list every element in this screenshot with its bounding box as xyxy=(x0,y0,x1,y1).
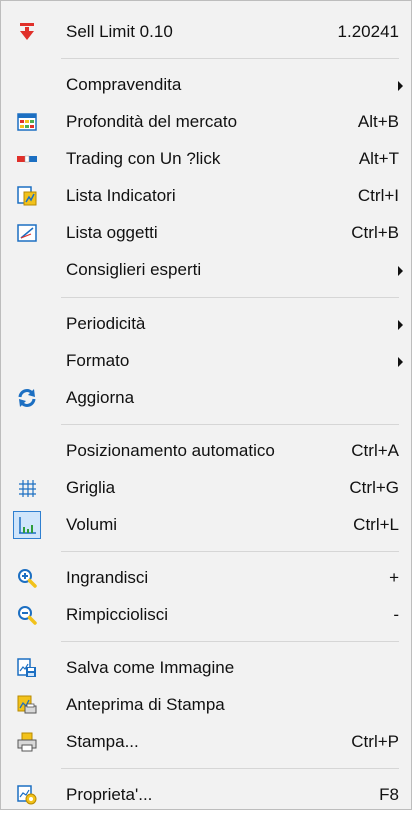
menu-item-shortcut: Ctrl+I xyxy=(357,186,399,205)
menu-item-label: Consiglieri esperti xyxy=(66,260,202,279)
menu-item-shortcut: + xyxy=(389,568,399,587)
menu-item-format[interactable]: Formato xyxy=(1,343,413,379)
menu-item-label: Anteprima di Stampa xyxy=(66,695,225,714)
grid-icon xyxy=(19,480,36,497)
indicators-list-icon xyxy=(17,186,37,206)
menu-item-label: Formato xyxy=(66,351,130,370)
menu-item-zoom-out[interactable]: Rimpicciolisci - xyxy=(1,597,413,633)
menu-item-label: Compravendita xyxy=(66,75,182,94)
menu-item-label: Lista Indicatori xyxy=(66,186,176,205)
menu-item-shortcut: Ctrl+A xyxy=(351,441,399,460)
menu-item-shortcut: Ctrl+L xyxy=(353,515,399,534)
menu-item-label: Periodicità xyxy=(66,314,146,333)
print-preview-icon xyxy=(17,695,37,714)
menu-item-shortcut: Alt+B xyxy=(357,112,399,131)
menu-item-shortcut: Ctrl+P xyxy=(351,732,399,751)
menu-item-volumes[interactable]: Volumi Ctrl+L xyxy=(1,507,413,543)
one-click-trading-icon xyxy=(17,155,37,163)
menu-item-expert-advisors[interactable]: Consiglieri esperti xyxy=(1,252,413,288)
menu-item-label: Aggiorna xyxy=(66,388,135,407)
menu-item-label: Stampa... xyxy=(66,732,139,751)
menu-item-shortcut: F8 xyxy=(379,785,399,804)
menu-item-label: Rimpicciolisci xyxy=(66,605,169,624)
submenu-arrow-icon xyxy=(398,320,403,330)
menu-item-shortcut: 1.20241 xyxy=(337,22,399,41)
menu-item-save-as-image[interactable]: Salva come Immagine xyxy=(1,650,413,686)
menu-item-print-preview[interactable]: Anteprima di Stampa xyxy=(1,687,413,723)
menu-item-label: Griglia xyxy=(66,478,116,497)
menu-separator xyxy=(61,58,399,59)
menu-item-one-click-trading[interactable]: Trading con Un ?lick Alt+T xyxy=(1,141,413,177)
menu-item-periodicity[interactable]: Periodicità xyxy=(1,306,413,342)
zoom-in-icon xyxy=(18,569,37,588)
menu-item-label: Sell Limit 0.10 xyxy=(66,22,173,41)
submenu-arrow-icon xyxy=(398,357,403,367)
menu-item-label: Ingrandisci xyxy=(66,568,149,587)
save-image-icon xyxy=(17,658,36,677)
menu-separator xyxy=(61,641,399,642)
menu-item-label: Lista oggetti xyxy=(66,223,158,242)
menu-item-label: Profondità del mercato xyxy=(66,112,238,131)
menu-item-label: Salva come Immagine xyxy=(66,658,235,677)
menu-item-indicators-list[interactable]: Lista Indicatori Ctrl+I xyxy=(1,178,413,214)
zoom-out-icon xyxy=(18,606,37,625)
menu-separator xyxy=(61,424,399,425)
market-depth-icon xyxy=(17,113,37,131)
chart-context-menu: Sell Limit 0.10 1.20241 Compravendita Pr… xyxy=(0,0,412,810)
properties-icon xyxy=(17,785,37,805)
menu-item-label: Trading con Un ?lick xyxy=(66,149,221,168)
menu-item-zoom-in[interactable]: Ingrandisci + xyxy=(1,560,413,596)
submenu-arrow-icon xyxy=(398,266,403,276)
sell-arrow-icon xyxy=(20,23,34,40)
refresh-icon xyxy=(18,389,36,407)
menu-item-shortcut: Ctrl+B xyxy=(351,223,399,242)
volumes-icon xyxy=(19,517,36,534)
menu-item-market-depth[interactable]: Profondità del mercato Alt+B xyxy=(1,104,413,140)
menu-separator xyxy=(61,768,399,769)
menu-item-label: Proprieta'... xyxy=(66,785,153,804)
menu-item-shortcut: - xyxy=(393,605,399,624)
menu-item-refresh[interactable]: Aggiorna xyxy=(1,380,413,416)
menu-separator xyxy=(61,297,399,298)
menu-item-objects-list[interactable]: Lista oggetti Ctrl+B xyxy=(1,215,413,251)
menu-item-shortcut: Ctrl+G xyxy=(349,478,399,497)
menu-item-shortcut: Alt+T xyxy=(358,149,399,168)
printer-icon xyxy=(17,732,37,752)
menu-item-grid[interactable]: Griglia Ctrl+G xyxy=(1,470,413,506)
menu-item-auto-scroll[interactable]: Posizionamento automatico Ctrl+A xyxy=(1,433,413,469)
menu-item-properties[interactable]: Proprieta'... F8 xyxy=(1,777,413,813)
menu-item-sell-limit[interactable]: Sell Limit 0.10 1.20241 xyxy=(1,14,413,50)
menu-separator xyxy=(61,551,399,552)
menu-item-label: Posizionamento automatico xyxy=(66,441,275,460)
menu-item-print[interactable]: Stampa... Ctrl+P xyxy=(1,724,413,760)
objects-list-icon xyxy=(17,224,37,242)
menu-item-label: Volumi xyxy=(66,515,118,534)
submenu-arrow-icon xyxy=(398,81,403,91)
menu-item-compravendita[interactable]: Compravendita xyxy=(1,67,413,103)
